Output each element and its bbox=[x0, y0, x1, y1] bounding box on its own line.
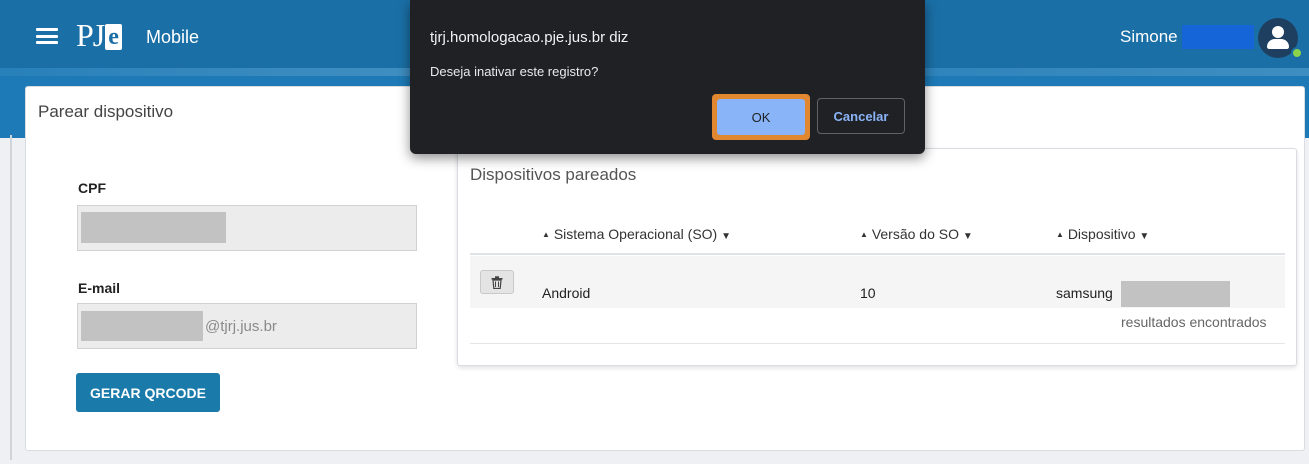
dialog-ok-button[interactable]: OK bbox=[712, 94, 810, 140]
dialog-title: tjrj.homologacao.pje.jus.br diz bbox=[430, 29, 629, 46]
cpf-label: CPF bbox=[78, 180, 106, 196]
sort-asc-icon: ▲ bbox=[1056, 230, 1064, 239]
delete-device-button[interactable] bbox=[480, 270, 514, 294]
dialog-ok-label: OK bbox=[717, 99, 805, 135]
redacted-email bbox=[81, 311, 203, 341]
devices-title: Dispositivos pareados bbox=[470, 165, 637, 184]
column-version-label: Versão do SO bbox=[871, 226, 959, 242]
column-os-label: Sistema Operacional (SO) bbox=[553, 226, 718, 242]
column-os[interactable]: ▲ Sistema Operacional (SO) ▼ bbox=[542, 226, 731, 242]
page-edge bbox=[10, 135, 12, 460]
table-header-divider bbox=[470, 253, 1285, 255]
email-domain: @tjrj.jus.br bbox=[205, 318, 277, 335]
app-name: Mobile bbox=[146, 27, 200, 47]
cell-version: 10 bbox=[860, 285, 876, 301]
hamburger-icon[interactable] bbox=[36, 28, 58, 44]
sort-asc-icon: ▲ bbox=[860, 230, 868, 239]
pje-logo[interactable]: PJ e bbox=[76, 17, 122, 53]
logo-pj-text: PJ bbox=[76, 17, 105, 53]
sort-desc-icon: ▼ bbox=[721, 231, 732, 242]
column-version[interactable]: ▲ Versão do SO ▼ bbox=[860, 226, 973, 242]
cell-device: samsung bbox=[1056, 285, 1113, 301]
dialog-message: Deseja inativar este registro? bbox=[430, 64, 599, 79]
redacted-surname bbox=[1182, 25, 1254, 49]
column-device-label: Dispositivo bbox=[1067, 226, 1136, 242]
sort-desc-icon: ▼ bbox=[962, 231, 973, 242]
online-status-dot bbox=[1291, 47, 1303, 59]
user-name[interactable]: Simone bbox=[1120, 27, 1178, 47]
panel-divider bbox=[470, 343, 1285, 344]
logo-e-text: e bbox=[105, 24, 122, 50]
trash-icon bbox=[491, 275, 503, 289]
column-device[interactable]: ▲ Dispositivo ▼ bbox=[1056, 226, 1149, 242]
cell-os: Android bbox=[542, 285, 591, 301]
sort-asc-icon: ▲ bbox=[542, 230, 550, 239]
redacted-cpf bbox=[81, 212, 226, 243]
redacted-device-model bbox=[1121, 281, 1230, 307]
dialog-cancel-button[interactable]: Cancelar bbox=[817, 98, 905, 134]
sort-desc-icon: ▼ bbox=[1139, 231, 1150, 242]
email-label: E-mail bbox=[78, 280, 121, 296]
card-title: Parear dispositivo bbox=[38, 102, 174, 121]
results-count: resultados encontrados bbox=[1121, 314, 1267, 330]
generate-qrcode-button[interactable]: GERAR QRCODE bbox=[76, 373, 220, 412]
